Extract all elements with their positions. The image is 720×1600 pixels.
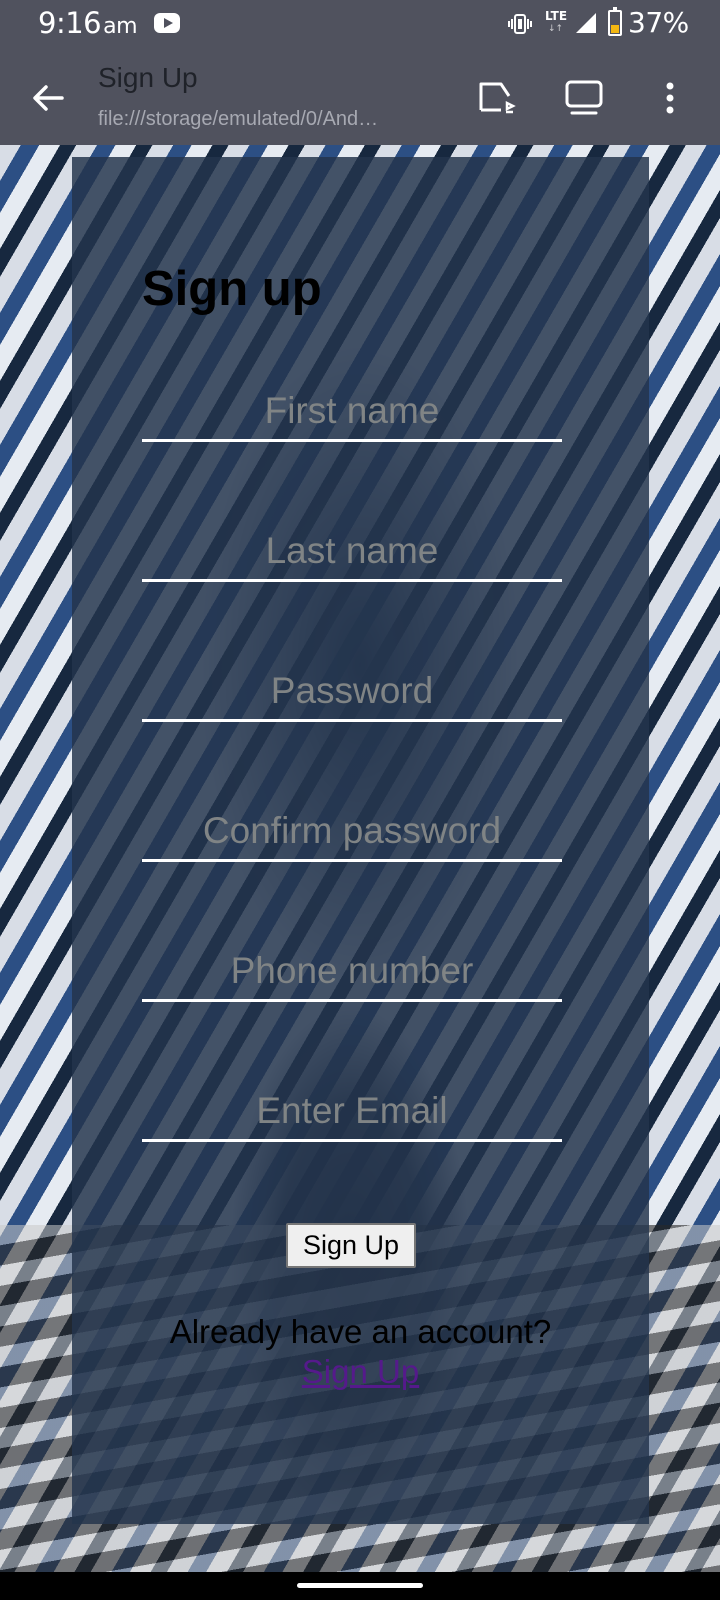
signup-button[interactable]: Sign Up bbox=[286, 1223, 416, 1268]
first-name-field[interactable] bbox=[142, 382, 562, 442]
time-ampm: am bbox=[103, 14, 138, 39]
vibrate-icon bbox=[508, 14, 532, 34]
network-label: LTE bbox=[545, 9, 568, 23]
signal-icon bbox=[576, 13, 596, 33]
signin-link-wrap: Sign Up bbox=[72, 1353, 649, 1391]
back-arrow-icon[interactable] bbox=[22, 72, 74, 124]
page-background: Sign up Sign Up Already have an account?… bbox=[0, 145, 720, 1572]
email-field[interactable] bbox=[142, 1082, 562, 1142]
tabs-icon[interactable] bbox=[562, 76, 606, 120]
data-arrows-icon: ↓↑ bbox=[548, 24, 564, 34]
app-bar: Sign Up file:///storage/emulated/0/And… bbox=[0, 50, 720, 145]
battery-percent: 37% bbox=[628, 6, 689, 39]
confirm-password-field[interactable] bbox=[142, 802, 562, 862]
home-indicator[interactable] bbox=[297, 1583, 423, 1588]
phone-field[interactable] bbox=[142, 942, 562, 1002]
navigation-bar bbox=[0, 1572, 720, 1600]
page-title: Sign Up bbox=[98, 62, 198, 93]
open-external-icon[interactable] bbox=[477, 76, 521, 120]
signin-link[interactable]: Sign Up bbox=[302, 1353, 419, 1390]
last-name-field[interactable] bbox=[142, 522, 562, 582]
youtube-icon bbox=[154, 13, 180, 33]
battery-icon bbox=[608, 7, 622, 36]
more-vert-icon[interactable] bbox=[650, 76, 690, 120]
have-account-text: Already have an account? bbox=[169, 1313, 552, 1350]
form-heading: Sign up bbox=[142, 262, 322, 316]
battery-level bbox=[611, 24, 619, 33]
time-value: 9:16 bbox=[38, 6, 102, 40]
password-field[interactable] bbox=[142, 662, 562, 722]
signup-form-card: Sign up Sign Up Already have an account?… bbox=[72, 157, 649, 1524]
status-bar: 9:16am LTE ↓↑ 37% bbox=[0, 0, 720, 50]
status-time: 9:16am bbox=[38, 6, 138, 40]
page-url: file:///storage/emulated/0/And… bbox=[98, 108, 379, 130]
